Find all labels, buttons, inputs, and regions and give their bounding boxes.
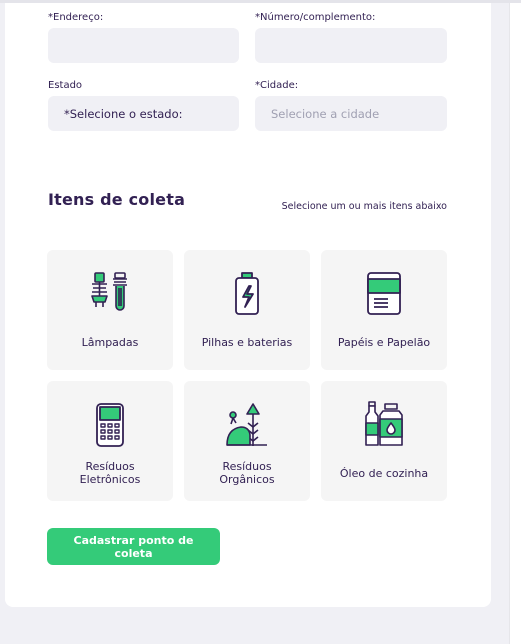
cidade-placeholder: Selecione a cidade [271, 106, 380, 121]
scrollbar-track[interactable] [509, 3, 521, 644]
item-pilhas[interactable]: Pilhas e baterias [184, 250, 310, 370]
electronics-icon [96, 403, 124, 447]
item-eletronicos[interactable]: Resíduos Eletrônicos [47, 381, 173, 501]
cidade-label: *Cidade: [255, 80, 299, 91]
items-section-title: Itens de coleta [48, 190, 186, 209]
estado-label: Estado [48, 80, 83, 91]
battery-icon [235, 272, 259, 315]
item-papeis[interactable]: Papéis e Papelão [321, 250, 447, 370]
cidade-input[interactable]: Selecione a cidade [255, 96, 447, 131]
item-label: Óleo de cozinha [339, 466, 429, 480]
item-lampadas[interactable]: Lâmpadas [47, 250, 173, 370]
item-oleo[interactable]: Óleo de cozinha [321, 381, 447, 501]
items-section-subtitle: Selecione um ou mais itens abaixo [281, 201, 447, 212]
numero-label: *Número/complemento: [255, 12, 376, 23]
item-label: Resíduos Eletrônicos [79, 460, 141, 486]
item-label: Lâmpadas [81, 335, 139, 349]
endereco-label: *Endereço: [48, 12, 104, 23]
paper-icon [367, 272, 401, 315]
estado-select[interactable]: *Selecione o estado: [48, 96, 239, 131]
submit-button[interactable]: Cadastrar ponto de coleta [47, 528, 220, 565]
item-label: Papéis e Papelão [337, 335, 431, 349]
lamp-icon [91, 272, 127, 311]
item-label: Resíduos Orgânicos [219, 460, 275, 486]
organic-icon [226, 403, 267, 446]
oil-icon [365, 401, 403, 446]
estado-select-value: *Selecione o estado: [64, 106, 183, 121]
endereco-input[interactable] [48, 28, 239, 63]
item-organicos[interactable]: Resíduos Orgânicos [184, 381, 310, 501]
numero-input[interactable] [255, 28, 447, 63]
item-label: Pilhas e baterias [201, 335, 293, 349]
